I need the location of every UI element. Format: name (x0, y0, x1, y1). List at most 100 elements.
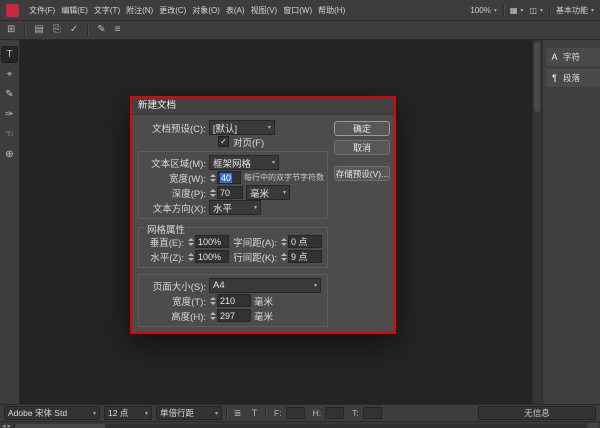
page-height-input[interactable]: 297 (217, 309, 251, 322)
text-direction-value: 水平 (213, 203, 233, 215)
menu-object[interactable]: 对象(O) (189, 5, 223, 16)
grid-horizontal-stepper[interactable] (187, 252, 195, 261)
paragraph-panel-tab[interactable]: ¶ 段落 (546, 69, 600, 87)
window-resize-grip[interactable] (588, 423, 598, 428)
page-height-stepper[interactable] (209, 311, 217, 320)
font-family-select[interactable]: Adobe 宋体 Std (4, 406, 100, 420)
line-spacing-value: 9 点 (291, 252, 308, 262)
menu-changes[interactable]: 更改(C) (156, 5, 189, 16)
zoom-tool[interactable]: ⊕ (2, 147, 17, 162)
page-width-stepper[interactable] (209, 296, 217, 305)
grid-vertical-label: 垂直(E): (149, 237, 184, 249)
depth-unit-select[interactable]: 毫米 (246, 185, 290, 200)
view-options-icon: ▦ (509, 5, 518, 15)
grid-horizontal-label: 水平(Z): (150, 252, 184, 264)
char-spacing-stepper[interactable] (280, 237, 288, 246)
divider (548, 4, 550, 16)
zoom-level-value: 100% (470, 5, 491, 15)
width-stepper[interactable] (209, 173, 217, 182)
dialog-title: 新建文档 (138, 100, 177, 111)
position-tool[interactable]: ⌖ (2, 67, 17, 82)
divider (87, 24, 89, 36)
char-spacing-label: 字间距(A): (233, 237, 277, 249)
zoom-level-select[interactable]: 100% (470, 6, 496, 15)
field-f-label: F: (274, 408, 282, 418)
save-icon[interactable]: ▤ (34, 25, 43, 35)
text-control-bar: Adobe 宋体 Std 12 点 单倍行距 ≣ T F: H: T: 无信息 (0, 404, 600, 421)
print-icon[interactable]: ⎘ (53, 25, 61, 35)
menu-help[interactable]: 帮助(H) (315, 5, 348, 16)
field-t-label: T: (352, 408, 359, 418)
character-panel-label: 字符 (563, 52, 581, 62)
depth-input[interactable]: 70 (217, 186, 243, 199)
text-direction-label: 文本方向(X): (152, 203, 206, 215)
text-area-type-value: 框架网格 (213, 158, 252, 170)
menu-file[interactable]: 文件(F) (26, 5, 58, 16)
note-tool[interactable]: ✎ (2, 87, 17, 102)
scroll-right-icon[interactable]: ▸ (8, 423, 12, 428)
incopy-app-icon[interactable] (6, 3, 19, 17)
eyedropper-tool[interactable]: ✑ (2, 107, 17, 122)
status-info-box: 无信息 (478, 406, 596, 420)
story-editor-icon[interactable]: ≣ (231, 408, 244, 419)
horizontal-scroll-thumb[interactable] (15, 424, 106, 428)
grid-horizontal-input[interactable]: 100% (195, 250, 229, 263)
divider (502, 4, 504, 16)
check-icon: ✓ (220, 136, 227, 146)
horizontal-scroll-track[interactable] (13, 424, 586, 428)
page-height-value: 297 (220, 310, 236, 321)
text-macro-icon[interactable]: T (248, 408, 261, 418)
menu-table[interactable]: 表(A) (223, 5, 248, 16)
menu-notes[interactable]: 附注(N) (123, 5, 156, 16)
font-size-select[interactable]: 12 点 (104, 406, 152, 420)
type-tool[interactable]: T (2, 47, 17, 62)
font-family-value: Adobe 宋体 Std (8, 408, 68, 418)
scroll-left-icon[interactable]: ◂ (2, 423, 6, 428)
leading-select[interactable]: 单倍行距 (156, 406, 222, 420)
dialog-title-bar[interactable]: 新建文档 (132, 98, 394, 115)
line-spacing-stepper[interactable] (280, 252, 288, 261)
width-hint: 每行中的双字节字符数 (244, 173, 324, 182)
view-options-button[interactable]: ▦ (510, 6, 524, 15)
divider (24, 24, 26, 36)
text-direction-select[interactable]: 水平 (209, 200, 261, 215)
char-spacing-value: 0 点 (291, 237, 308, 247)
menu-view[interactable]: 视图(V) (248, 5, 281, 16)
screen-mode-button[interactable]: ◫ (529, 6, 543, 15)
width-input[interactable]: 40 (217, 171, 241, 184)
facing-pages-checkbox[interactable]: ✓ (218, 136, 229, 147)
bridge-icon[interactable]: ⊞ (7, 25, 15, 35)
save-preset-button[interactable]: 存储预设(V)... (334, 166, 390, 181)
depth-stepper[interactable] (209, 188, 217, 197)
page-width-input[interactable]: 210 (217, 294, 251, 307)
page-width-value: 210 (220, 295, 236, 306)
track-changes-icon[interactable]: ≡ (115, 25, 121, 35)
vertical-scrollbar-thumb[interactable] (534, 42, 540, 112)
width-label: 宽度(W): (169, 173, 206, 185)
character-panel-tab[interactable]: A 字符 (546, 48, 600, 66)
line-spacing-input[interactable]: 9 点 (288, 250, 322, 263)
depth-label: 深度(P): (171, 188, 206, 200)
note-icon[interactable]: ✎ (97, 25, 105, 35)
vertical-scrollbar[interactable] (532, 40, 542, 404)
menu-window[interactable]: 窗口(W) (280, 5, 315, 16)
app-bar-controls: 100% ▦ ◫ 基本功能 (470, 4, 594, 16)
menu-edit[interactable]: 编辑(E) (58, 5, 91, 16)
new-document-dialog: 新建文档 确定 取消 存储预设(V)... 文档预设(C): [默认] ✓ 对页… (130, 96, 396, 334)
menu-type[interactable]: 文字(T) (91, 5, 123, 16)
page-height-label: 高度(H): (171, 311, 206, 323)
char-spacing-input[interactable]: 0 点 (288, 235, 322, 248)
cancel-button[interactable]: 取消 (334, 140, 390, 155)
grid-vertical-stepper[interactable] (187, 237, 195, 246)
page-size-select[interactable]: A4 (209, 278, 321, 293)
document-preset-select[interactable]: [默认] (208, 120, 275, 135)
workspace-switcher[interactable]: 基本功能 (556, 5, 594, 16)
spellcheck-icon[interactable]: ✓ (70, 25, 78, 35)
text-area-type-select[interactable]: 框架网格 (209, 155, 279, 170)
panel-dock: A 字符 ¶ 段落 (542, 40, 600, 404)
incopy-application-window: 文件(F) 编辑(E) 文字(T) 附注(N) 更改(C) 对象(O) 表(A)… (0, 0, 600, 428)
page-size-group: 页面大小(S): A4 宽度(T): 210 毫米 高度(H): 297 毫米 (138, 274, 328, 327)
ok-button[interactable]: 确定 (334, 121, 390, 136)
hand-tool[interactable]: ☜ (2, 127, 17, 142)
grid-vertical-input[interactable]: 100% (195, 235, 229, 248)
